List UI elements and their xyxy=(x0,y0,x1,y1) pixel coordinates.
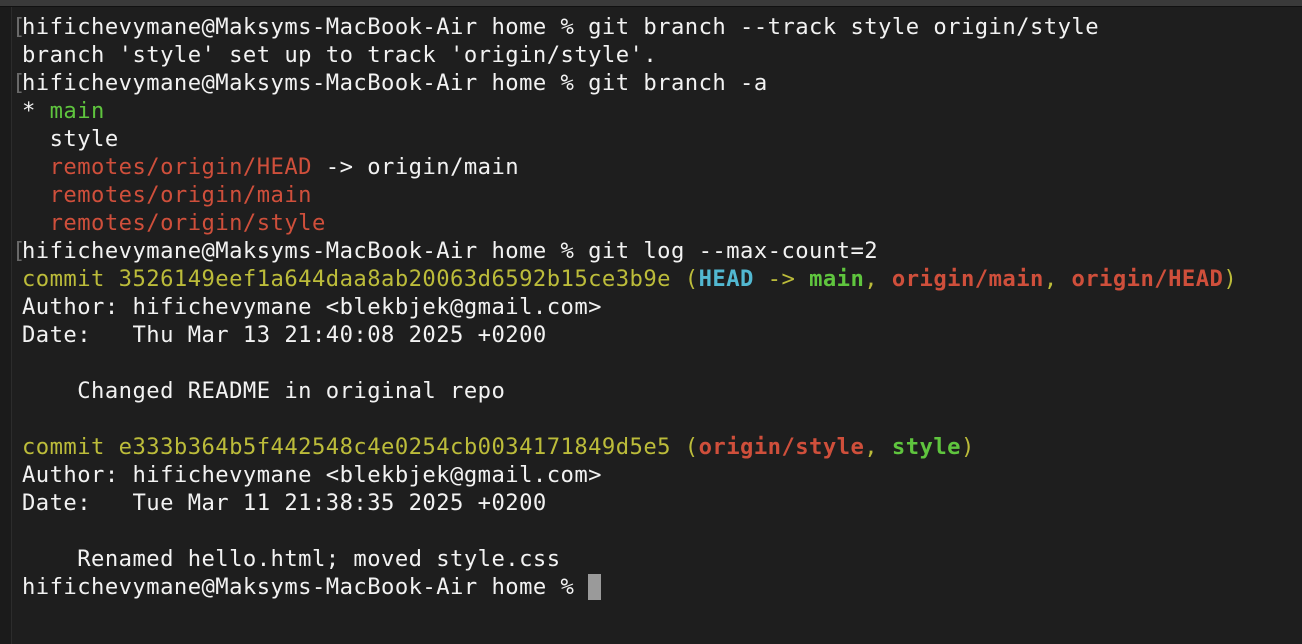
terminal-text-segment: remotes/origin/style xyxy=(49,210,326,236)
terminal-text-segment: main xyxy=(809,266,865,292)
terminal-line: commit 3526149eef1a644daa8ab20063d6592b1… xyxy=(22,265,1237,293)
terminal-gutter xyxy=(0,7,12,644)
terminal-text-segment: -> xyxy=(753,266,810,292)
terminal-text-segment: style xyxy=(22,126,119,152)
terminal-line: [hifichevymane@Maksyms-MacBook-Air home … xyxy=(12,69,1237,97)
terminal-cursor[interactable] xyxy=(588,574,602,600)
terminal-text-segment: , xyxy=(1043,266,1072,292)
prompt-mark: [ xyxy=(12,14,26,40)
terminal-text-segment: Date: Thu Mar 13 21:40:08 2025 +0200 xyxy=(22,322,547,348)
terminal-text-segment: Changed README in original repo xyxy=(22,378,506,404)
terminal-line: Date: Tue Mar 11 21:38:35 2025 +0200 xyxy=(22,489,1237,517)
terminal-text-segment: Author: hifichevymane <blekbjek@gmail.co… xyxy=(22,462,602,488)
terminal-line: hifichevymane@Maksyms-MacBook-Air home % xyxy=(22,573,1237,601)
terminal-line: Date: Thu Mar 13 21:40:08 2025 +0200 xyxy=(22,321,1237,349)
terminal-text-segment: hifichevymane@Maksyms-MacBook-Air home %… xyxy=(22,14,1100,40)
terminal-line: [hifichevymane@Maksyms-MacBook-Air home … xyxy=(12,13,1237,41)
terminal-text-segment: Author: hifichevymane <blekbjek@gmail.co… xyxy=(22,294,602,320)
terminal-output[interactable]: [hifichevymane@Maksyms-MacBook-Air home … xyxy=(12,13,1237,601)
terminal-line: remotes/origin/style xyxy=(22,209,1237,237)
terminal-text-segment: ) xyxy=(1223,266,1238,292)
terminal-text-segment: ) xyxy=(960,434,975,460)
terminal-text-segment: remotes/origin/main xyxy=(49,182,312,208)
terminal-line: style xyxy=(22,125,1237,153)
terminal-text-segment: hifichevymane@Maksyms-MacBook-Air home % xyxy=(22,574,589,600)
terminal-text-segment: origin/main xyxy=(891,266,1044,292)
terminal-text-segment: * xyxy=(22,98,50,124)
terminal-text-segment: main xyxy=(49,98,105,124)
terminal-text-segment: commit e333b364b5f442548c4e0254cb0034171… xyxy=(22,434,699,460)
window-title-bar xyxy=(0,0,1302,7)
terminal-text-segment: branch 'style' set up to track 'origin/s… xyxy=(22,42,658,68)
terminal-line: Author: hifichevymane <blekbjek@gmail.co… xyxy=(22,461,1237,489)
terminal-line: Changed README in original repo xyxy=(22,377,1237,405)
terminal-text-segment: , xyxy=(864,434,892,460)
terminal-text-segment: HEAD xyxy=(698,266,754,292)
terminal-text-segment: style xyxy=(891,434,961,460)
terminal-text-segment: -> origin/main xyxy=(311,154,520,180)
terminal-line: remotes/origin/HEAD -> origin/main xyxy=(22,153,1237,181)
terminal-text-segment: origin/style xyxy=(698,434,865,460)
terminal-line: branch 'style' set up to track 'origin/s… xyxy=(22,41,1237,69)
terminal-text-segment: , xyxy=(864,266,892,292)
terminal-line: remotes/origin/main xyxy=(22,181,1237,209)
terminal-text-segment: Renamed hello.html; moved style.css xyxy=(22,546,561,572)
terminal-line: Renamed hello.html; moved style.css xyxy=(22,545,1237,573)
terminal-text-segment: remotes/origin/HEAD xyxy=(49,154,312,180)
terminal-text-segment: Date: Tue Mar 11 21:38:35 2025 +0200 xyxy=(22,490,547,516)
prompt-mark: [ xyxy=(12,238,26,264)
terminal-text-segment: origin/HEAD xyxy=(1071,266,1224,292)
terminal-text-segment: commit 3526149eef1a644daa8ab20063d6592b1… xyxy=(22,266,699,292)
terminal-line: * main xyxy=(22,97,1237,125)
terminal-line: [hifichevymane@Maksyms-MacBook-Air home … xyxy=(12,237,1237,265)
terminal-text-segment: hifichevymane@Maksyms-MacBook-Air home %… xyxy=(22,70,768,96)
prompt-mark: [ xyxy=(12,70,26,96)
terminal-text-segment: hifichevymane@Maksyms-MacBook-Air home %… xyxy=(22,238,879,264)
terminal-line: Author: hifichevymane <blekbjek@gmail.co… xyxy=(22,293,1237,321)
terminal-line: commit e333b364b5f442548c4e0254cb0034171… xyxy=(22,433,1237,461)
